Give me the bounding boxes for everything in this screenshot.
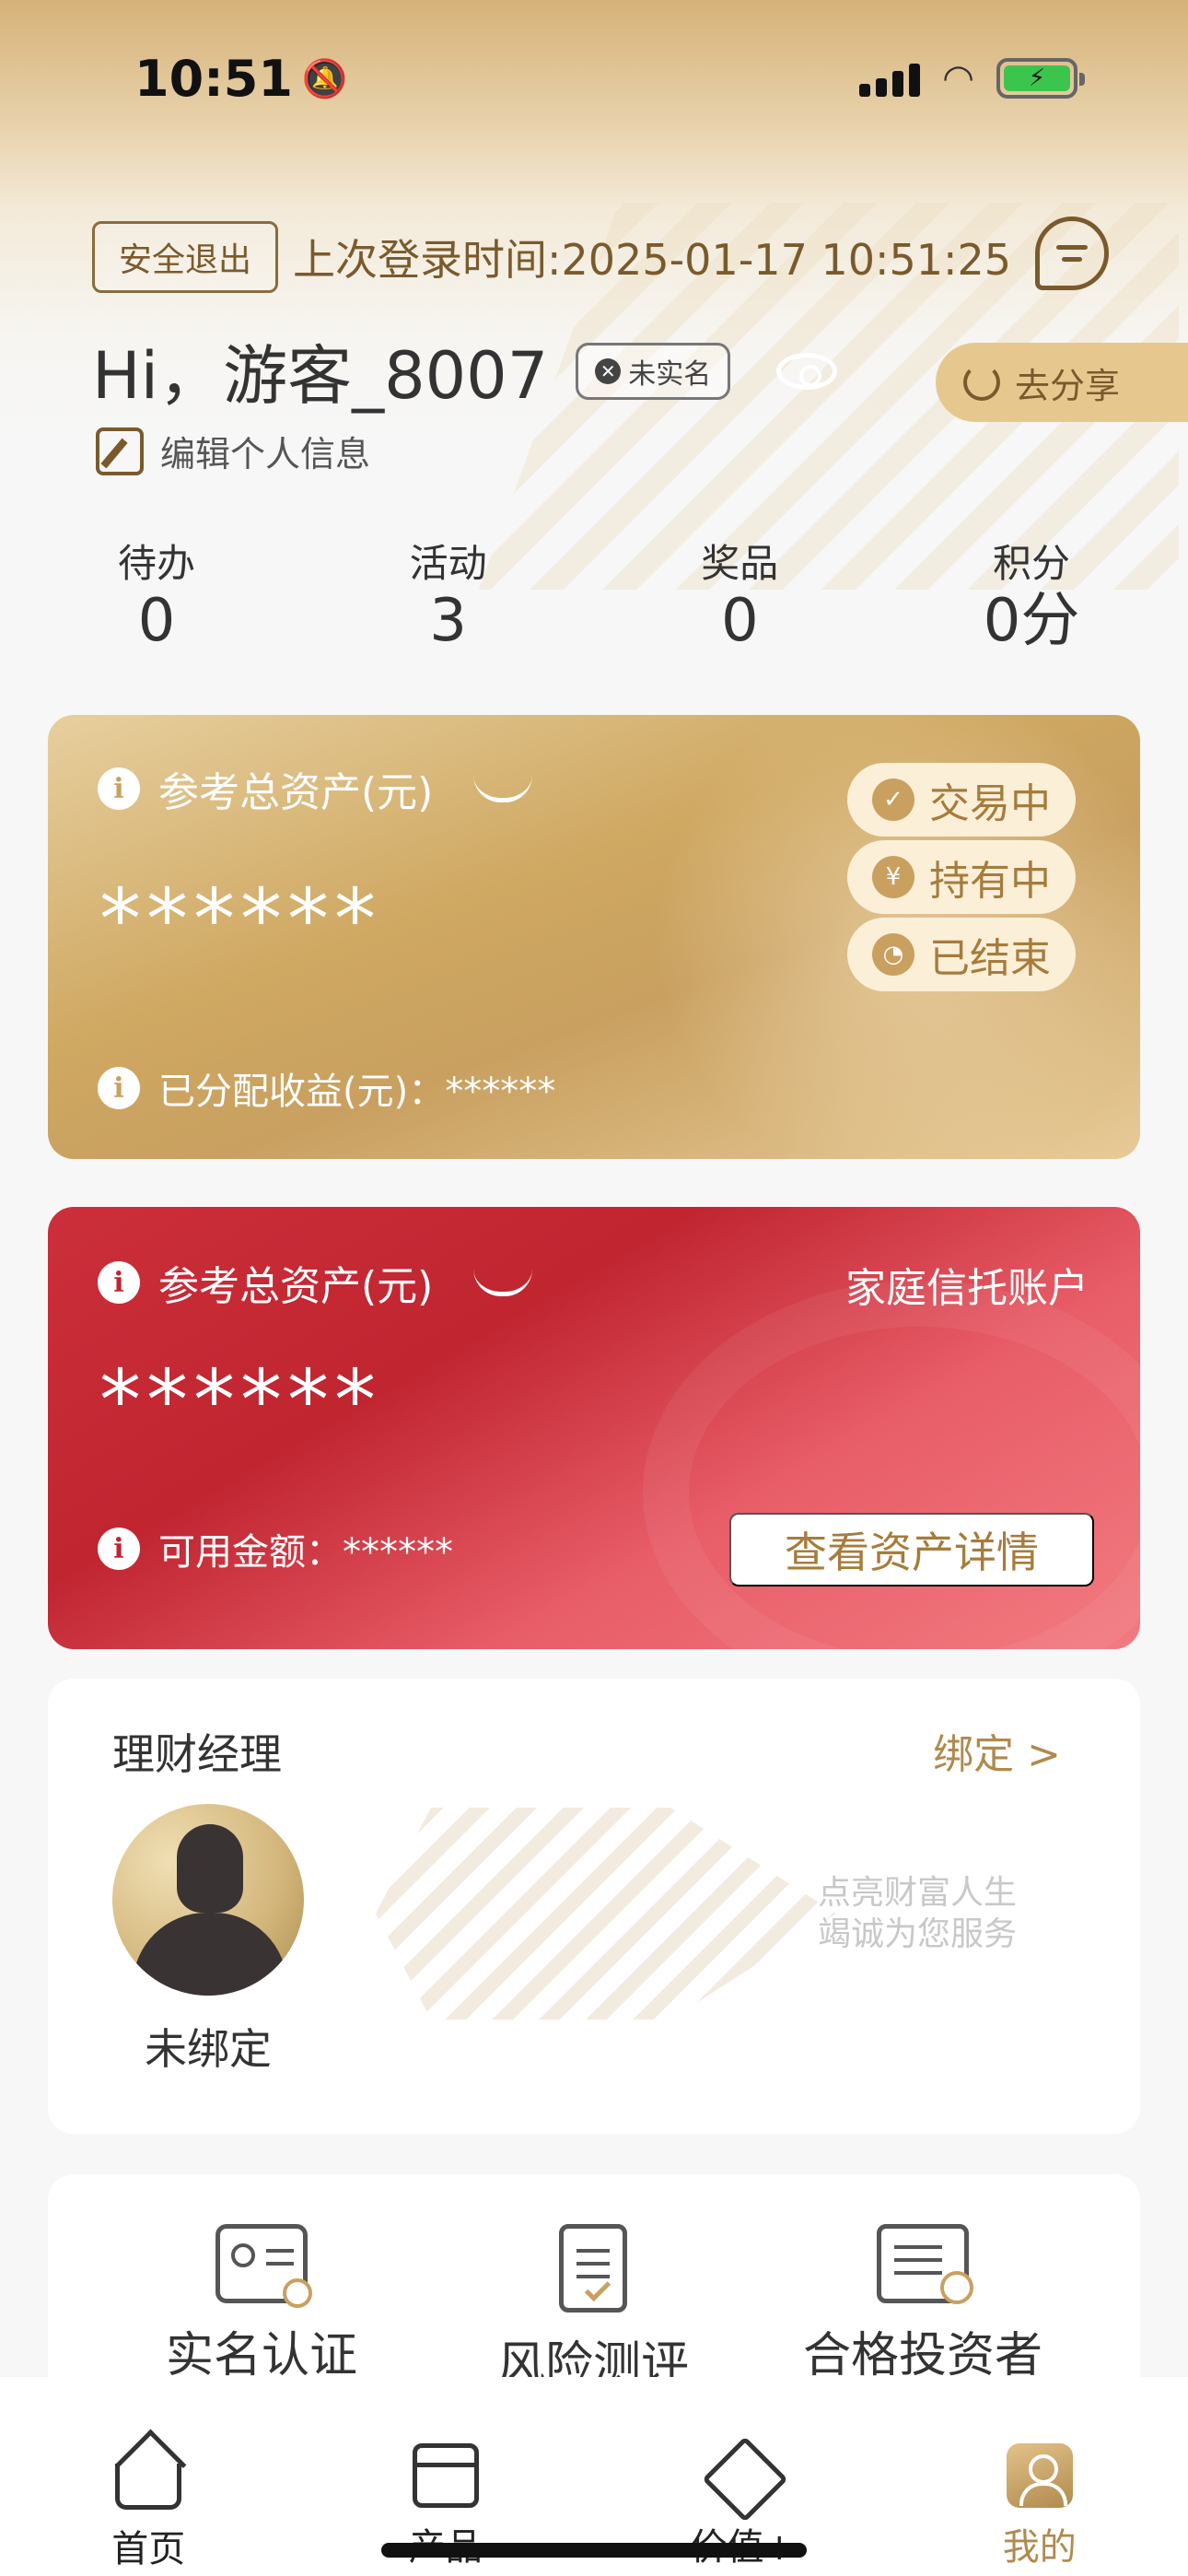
ended-pill[interactable]: ◔ 已结束 xyxy=(847,918,1076,991)
info-icon[interactable]: i xyxy=(98,1528,140,1570)
login-info-row: 安全退出 上次登录时间:2025-01-17 10:51:25 xyxy=(92,221,1011,293)
service-qualified-investor[interactable]: 合格投资者 xyxy=(785,2224,1061,2385)
share-button[interactable]: 去分享 xyxy=(936,343,1188,422)
tab-me[interactable]: 我的 xyxy=(948,2443,1132,2576)
unverified-badge-label: 未实名 xyxy=(628,357,712,391)
edit-profile-label: 编辑个人信息 xyxy=(160,434,371,474)
battery-icon: ⚡ xyxy=(996,58,1085,99)
clock-icon: ◔ xyxy=(872,933,914,976)
info-icon[interactable]: i xyxy=(98,1261,140,1304)
logout-button[interactable]: 安全退出 xyxy=(92,221,279,293)
eye-icon[interactable] xyxy=(776,352,838,390)
family-title-row: i 参考总资产(元) xyxy=(98,1253,533,1312)
stats-row: 待办 0 活动 3 奖品 0 积分 0分 xyxy=(55,533,1133,653)
stat-value: 3 xyxy=(429,587,468,655)
stat-label: 活动 xyxy=(409,541,487,586)
stat-prizes[interactable]: 奖品 0 xyxy=(638,533,841,653)
service-label: 合格投资者 xyxy=(802,2328,1042,2383)
home-icon xyxy=(115,2464,182,2510)
earnings-row: i 已分配收益(元)：****** xyxy=(98,1061,555,1115)
status-bar: 10:51 🔕 ◠ ⚡ xyxy=(0,0,1188,157)
pill-label: 持有中 xyxy=(929,858,1051,905)
advisor-slogan: 点亮财富人生 竭诚为您服务 xyxy=(818,1872,1017,1955)
pill-label: 交易中 xyxy=(929,780,1051,827)
slogan-line: 点亮财富人生 xyxy=(818,1874,1018,1912)
check-circle-icon: ✓ xyxy=(872,779,914,821)
tab-label: 首页 xyxy=(111,2528,186,2570)
certificate-icon xyxy=(877,2224,973,2304)
asset-title-row: i 参考总资产(元) xyxy=(98,759,533,818)
service-real-name[interactable]: 实名认证 xyxy=(123,2224,400,2385)
stat-points[interactable]: 积分 0分 xyxy=(930,533,1133,653)
available-row: i 可用金额：****** xyxy=(98,1522,453,1575)
hide-amount-icon[interactable] xyxy=(473,775,533,802)
id-card-icon xyxy=(215,2224,312,2308)
bind-advisor-link[interactable]: 绑定 > xyxy=(933,1721,1061,1780)
unverified-badge[interactable]: ✕ 未实名 xyxy=(576,342,731,400)
yen-icon: ¥ xyxy=(872,856,914,898)
tab-home[interactable]: 首页 xyxy=(56,2443,240,2576)
edit-icon xyxy=(96,427,144,475)
status-time: 10:51 🔕 xyxy=(134,50,348,108)
holding-pill[interactable]: ¥ 持有中 xyxy=(847,840,1076,914)
status-icons: ◠ ⚡ xyxy=(859,57,1085,100)
avatar xyxy=(112,1804,304,1996)
view-asset-details-button[interactable]: 查看资产详情 xyxy=(729,1513,1094,1587)
info-icon[interactable]: i xyxy=(98,1067,140,1109)
stat-label: 奖品 xyxy=(701,541,779,586)
service-risk-assessment[interactable]: 风险测评 xyxy=(455,2224,731,2395)
tab-label: 我的 xyxy=(1002,2526,1077,2569)
last-login-text: 上次登录时间:2025-01-17 10:51:25 xyxy=(293,235,1012,285)
clock: 10:51 xyxy=(134,49,293,108)
mute-bell-icon: 🔕 xyxy=(301,57,348,100)
advisor-title: 理财经理 xyxy=(112,1729,282,1779)
stat-label: 积分 xyxy=(992,541,1070,586)
share-label: 去分享 xyxy=(1015,365,1121,406)
wifi-icon: ◠ xyxy=(942,57,974,100)
advisor-decoration xyxy=(376,1808,836,2020)
advisor-card: 理财经理 绑定 > 未绑定 点亮财富人生 竭诚为您服务 xyxy=(48,1679,1140,2134)
signal-icon xyxy=(859,60,921,97)
message-icon[interactable] xyxy=(1035,217,1109,290)
home-indicator[interactable] xyxy=(381,2543,807,2558)
family-trust-card[interactable]: i 参考总资产(元) 家庭信托账户 ****** i 可用金额：****** 查… xyxy=(48,1207,1140,1649)
hide-amount-icon[interactable] xyxy=(473,1269,533,1296)
stat-activities[interactable]: 活动 3 xyxy=(347,533,550,653)
total-assets-card[interactable]: i 参考总资产(元) ****** i 已分配收益(元)：****** ✓ 交易… xyxy=(48,715,1140,1159)
share-icon xyxy=(963,364,1000,401)
stat-value: 0 xyxy=(137,587,176,655)
profile-icon xyxy=(1006,2443,1073,2508)
stat-todo[interactable]: 待办 0 xyxy=(55,533,258,653)
edit-profile-link[interactable]: 编辑个人信息 xyxy=(96,426,370,476)
service-label: 实名认证 xyxy=(165,2328,357,2383)
box-icon xyxy=(412,2443,479,2508)
diamond-icon xyxy=(709,2443,775,2508)
greeting-row: Hi，游客_8007 ✕ 未实名 xyxy=(92,324,838,417)
stat-value: 0 xyxy=(720,587,759,655)
close-circle-icon: ✕ xyxy=(595,357,622,384)
family-amount: ****** xyxy=(99,1352,381,1449)
family-account-label: 家庭信托账户 xyxy=(845,1265,1089,1312)
asset-amount: ****** xyxy=(99,872,381,968)
asset-title: 参考总资产(元) xyxy=(158,769,434,816)
stat-label: 待办 xyxy=(117,541,195,586)
greeting-text: Hi，游客_8007 xyxy=(92,338,549,414)
earnings-text: 已分配收益(元)：****** xyxy=(158,1071,556,1113)
advisor-status: 未绑定 xyxy=(145,2024,272,2074)
clipboard-check-icon xyxy=(559,2224,627,2313)
info-icon[interactable]: i xyxy=(98,767,140,810)
family-title: 参考总资产(元) xyxy=(158,1263,434,1310)
slogan-line: 竭诚为您服务 xyxy=(818,1915,1018,1953)
available-text: 可用金额：****** xyxy=(158,1531,453,1574)
stat-value: 0分 xyxy=(983,587,1080,655)
trading-pill[interactable]: ✓ 交易中 xyxy=(847,763,1076,837)
pill-label: 已结束 xyxy=(929,935,1051,982)
